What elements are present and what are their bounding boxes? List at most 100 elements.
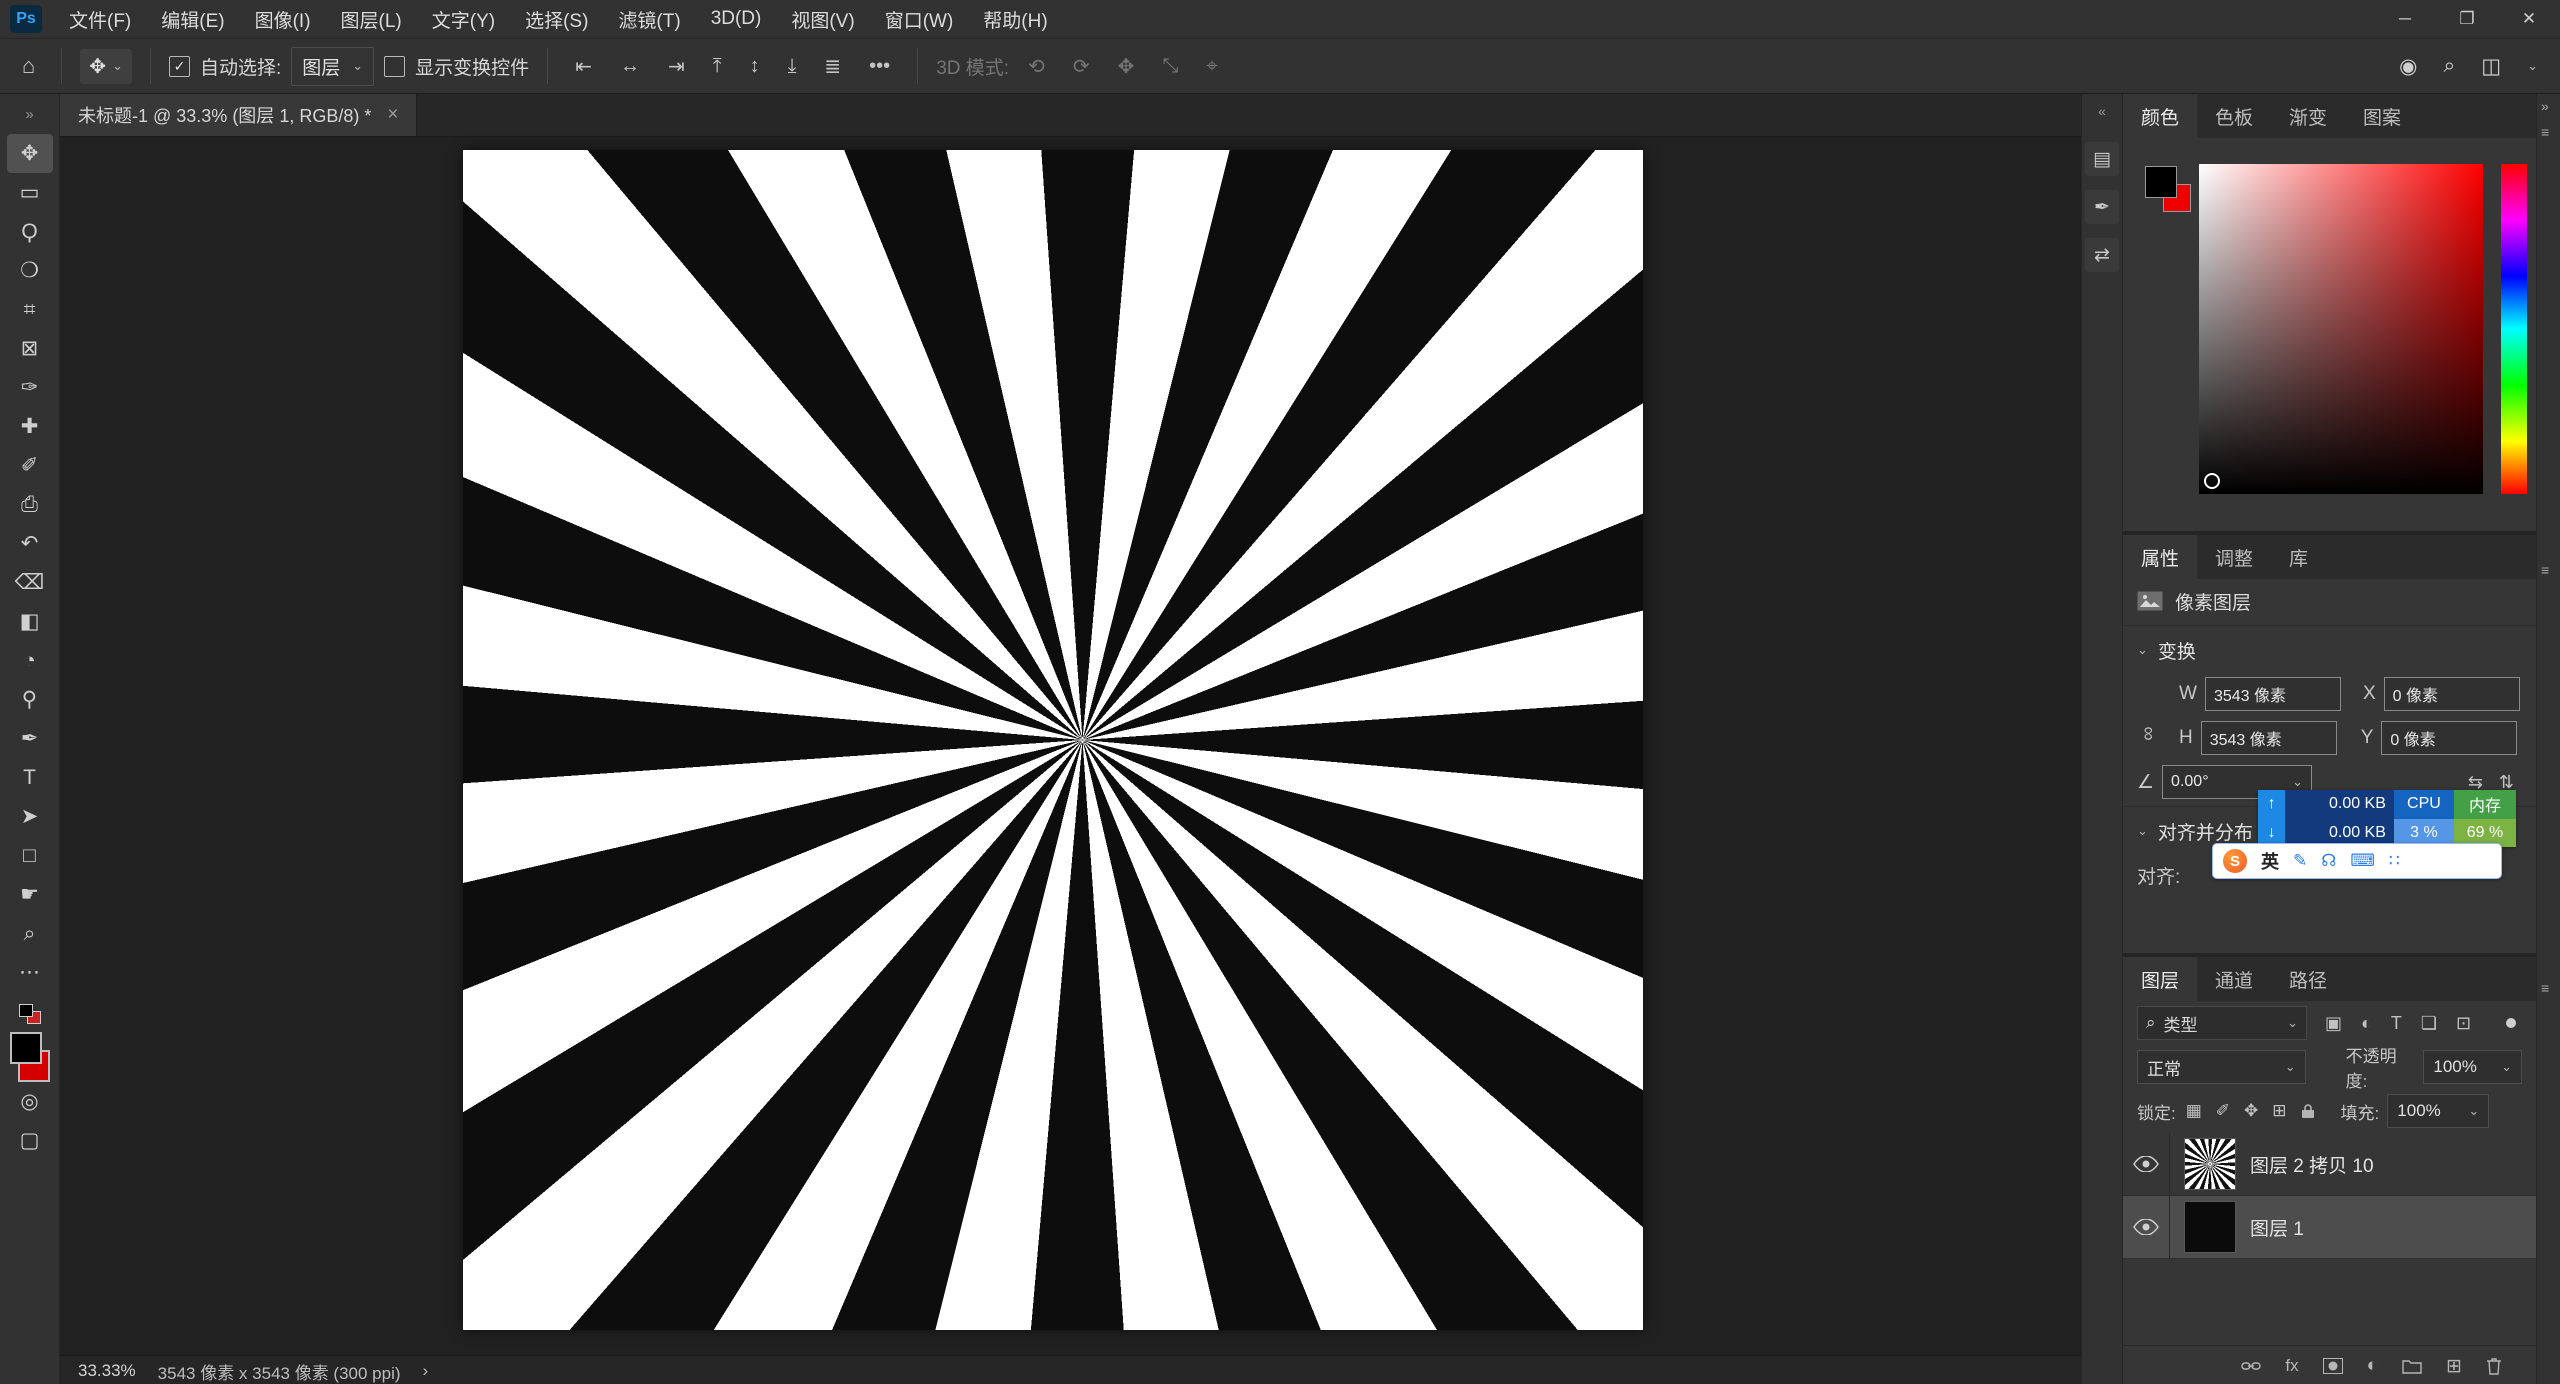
link-dimensions-icon[interactable]: ∞ <box>2137 726 2160 740</box>
history-brush-tool[interactable]: ↶ <box>7 524 53 563</box>
layer-thumbnail[interactable] <box>2184 1201 2236 1253</box>
type-tool[interactable]: T <box>7 758 53 797</box>
document-tab[interactable]: 未标题-1 @ 33.3% (图层 1, RGB/8) * × <box>60 94 417 136</box>
tab-layers[interactable]: 图层 <box>2123 957 2197 1001</box>
new-group-icon[interactable] <box>2402 1358 2422 1374</box>
menu-image[interactable]: 图像(I) <box>240 0 326 38</box>
collapse-panels-icon[interactable]: » <box>2541 98 2549 114</box>
align-bottom-icon[interactable]: ⤓ <box>779 55 806 78</box>
hue-slider[interactable] <box>2501 164 2527 494</box>
close-icon[interactable]: × <box>387 104 398 126</box>
lock-transparent-pixels-icon[interactable]: ▦ <box>2186 1101 2202 1121</box>
delete-layer-icon[interactable] <box>2486 1357 2502 1375</box>
close-button[interactable]: ✕ <box>2498 0 2560 38</box>
lock-image-pixels-icon[interactable]: ✐ <box>2216 1101 2230 1121</box>
auto-select-checkbox[interactable]: ✓ <box>169 56 190 77</box>
tab-channels[interactable]: 通道 <box>2197 957 2271 1001</box>
crop-tool[interactable]: ⌗ <box>7 290 53 329</box>
tab-paths[interactable]: 路径 <box>2271 957 2345 1001</box>
filter-type-layers-icon[interactable]: T <box>2391 1013 2402 1034</box>
ime-voice-icon[interactable]: ☊ <box>2321 851 2336 871</box>
align-right-icon[interactable]: ⇥ <box>659 54 694 79</box>
lock-artboard-icon[interactable]: ⊞ <box>2272 1101 2286 1121</box>
distribute-icon[interactable]: ≣ <box>815 54 850 79</box>
lock-position-icon[interactable]: ✥ <box>2244 1101 2258 1121</box>
visibility-cell[interactable] <box>2123 1133 2170 1195</box>
layer-style-button[interactable]: fx <box>2285 1356 2298 1376</box>
menu-3d[interactable]: 3D(D) <box>696 0 777 38</box>
zoom-level-field[interactable]: 33.33% <box>78 1361 136 1381</box>
menu-view[interactable]: 视图(V) <box>776 0 869 38</box>
ime-language-toggle[interactable]: 英 <box>2261 848 2279 874</box>
ime-logo[interactable]: S <box>2223 849 2247 873</box>
layer-row-selected[interactable]: 图层 1 <box>2123 1196 2536 1259</box>
foreground-color-swatch[interactable] <box>2145 166 2177 198</box>
new-layer-icon[interactable]: ⊞ <box>2446 1355 2462 1378</box>
opacity-dropdown[interactable]: 100% ⌄ <box>2423 1050 2522 1084</box>
menu-filter[interactable]: 滤镜(T) <box>603 0 695 38</box>
fill-dropdown[interactable]: 100% ⌄ <box>2387 1094 2489 1128</box>
ime-toolbox-icon[interactable]: ∷ <box>2389 851 2400 871</box>
maximize-button[interactable]: ❐ <box>2436 0 2498 38</box>
properties-panel-menu-icon[interactable]: ≡ <box>2541 562 2549 578</box>
foreground-color-swatch[interactable] <box>10 1032 42 1064</box>
y-field[interactable]: 0 像素 <box>2381 721 2517 755</box>
histogram-panel-icon[interactable]: ▤ <box>2085 142 2119 176</box>
eyedropper-tool[interactable]: ✑ <box>7 368 53 407</box>
clone-stamp-tool[interactable]: ⎙ <box>7 485 53 524</box>
3d-rotate-icon[interactable]: ⟲ <box>1019 54 1054 79</box>
tab-gradients[interactable]: 渐变 <box>2271 94 2345 138</box>
minimize-button[interactable]: ─ <box>2374 0 2436 38</box>
chevron-down-icon[interactable]: ⌄ <box>2527 58 2538 74</box>
align-left-icon[interactable]: ⇤ <box>566 54 601 79</box>
menu-window[interactable]: 窗口(W) <box>870 0 969 38</box>
align-middle-icon[interactable]: ↕ <box>741 55 769 78</box>
canvas-area[interactable] <box>60 137 2081 1355</box>
blur-tool[interactable]: ◔ <box>7 641 53 680</box>
path-selection-tool[interactable]: ➤ <box>7 797 53 836</box>
tab-adjustments[interactable]: 调整 <box>2197 535 2271 579</box>
lock-all-icon[interactable] <box>2301 1103 2315 1119</box>
3d-roll-icon[interactable]: ⟳ <box>1064 54 1099 79</box>
3d-pan-icon[interactable]: ✥ <box>1109 54 1144 79</box>
layers-panel-menu-icon[interactable]: ≡ <box>2541 980 2549 996</box>
height-field[interactable]: 3543 像素 <box>2201 721 2337 755</box>
character-panel-icon[interactable]: ✒ <box>2085 190 2119 224</box>
menu-file[interactable]: 文件(F) <box>54 0 146 38</box>
layer-thumbnail[interactable] <box>2184 1138 2236 1190</box>
status-expander-icon[interactable]: › <box>423 1361 429 1381</box>
filter-toggle-switch[interactable] <box>2506 1018 2516 1028</box>
color-picker-cursor[interactable] <box>2204 473 2220 489</box>
x-field[interactable]: 0 像素 <box>2384 677 2520 711</box>
current-tool-preset[interactable]: ✥ ⌄ <box>80 49 132 84</box>
lasso-tool[interactable]: Ϙ <box>7 212 53 251</box>
rectangle-tool[interactable]: □ <box>7 836 53 875</box>
color-panel-menu-icon[interactable]: ≡ <box>2541 124 2549 140</box>
quick-selection-tool[interactable]: ❍ <box>7 251 53 290</box>
frame-tool[interactable]: ⊠ <box>7 329 53 368</box>
menu-type[interactable]: 文字(Y) <box>417 0 510 38</box>
layer-name[interactable]: 图层 2 拷贝 10 <box>2250 1151 2374 1178</box>
quick-mask-button[interactable]: ◎ <box>7 1082 53 1121</box>
eraser-tool[interactable]: ⌫ <box>7 563 53 602</box>
healing-brush-tool[interactable]: ✚ <box>7 407 53 446</box>
more-options-icon[interactable]: ••• <box>860 55 899 78</box>
filter-pixel-layers-icon[interactable]: ▣ <box>2325 1013 2342 1034</box>
link-layers-icon[interactable] <box>2241 1360 2261 1372</box>
expand-panels-icon[interactable]: « <box>2098 94 2106 128</box>
brush-tool[interactable]: ✐ <box>7 446 53 485</box>
search-icon[interactable]: ⌕ <box>2443 54 2455 78</box>
width-field[interactable]: 3543 像素 <box>2205 677 2341 711</box>
layer-filter-type-dropdown[interactable]: ⌕ 类型 ⌄ <box>2137 1006 2307 1040</box>
3d-scale-icon[interactable]: ⌖ <box>1197 55 1226 78</box>
document-canvas-image[interactable] <box>463 150 1643 1330</box>
3d-slide-icon[interactable]: ⤡ <box>1153 55 1187 78</box>
tab-color[interactable]: 颜色 <box>2123 94 2197 138</box>
menu-edit[interactable]: 编辑(E) <box>146 0 239 38</box>
hand-tool[interactable]: ☛ <box>7 875 53 914</box>
default-colors-icon[interactable] <box>19 1004 41 1024</box>
marquee-tool[interactable]: ▭ <box>7 173 53 212</box>
adjustment-layer-icon[interactable]: ◐ <box>2367 1355 2378 1377</box>
add-layer-mask-icon[interactable] <box>2323 1358 2343 1374</box>
zoom-tool[interactable]: ⌕ <box>7 914 53 953</box>
